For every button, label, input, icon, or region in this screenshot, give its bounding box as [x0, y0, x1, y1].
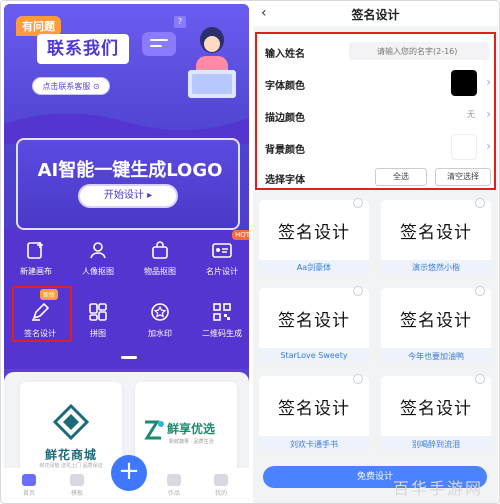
card-title: 鲜享优选 [167, 422, 216, 436]
name-input[interactable] [349, 42, 489, 60]
tool-label: 拼图 [90, 329, 106, 338]
nav-label: 我的 [214, 490, 227, 497]
tool-label: 加水印 [148, 329, 172, 338]
template-icon [70, 474, 84, 486]
tool-label: 名片设计 [206, 267, 238, 276]
tool-qrcode[interactable]: 二维码生成 [196, 302, 248, 348]
bg-color-swatch[interactable] [451, 134, 477, 160]
name-row: 输入姓名 [263, 40, 491, 64]
font-name: 刘欢卡通手书 [290, 440, 338, 449]
start-design-button[interactable]: 开始设计 ▸ [78, 184, 178, 208]
name-label: 输入姓名 [265, 49, 305, 60]
stroke-value: 无 [467, 110, 475, 119]
signature-design-panel: ‹ 签名设计 输入姓名 字体颜色 › 描边颜色 无 › 背景颜色 › [253, 4, 498, 503]
font-sample: 签名设计 [400, 311, 472, 331]
bg-color-label: 背景颜色 [265, 145, 305, 156]
tool-business-card[interactable]: 名片设计 [196, 240, 248, 286]
select-all-button[interactable]: 全选 [375, 168, 427, 186]
fresh-select-card[interactable]: 鲜享优选 新鲜蔬果 · 品质生活 [135, 382, 237, 472]
bg-color-row[interactable]: 背景颜色 › [263, 134, 491, 160]
font-color-label: 字体颜色 [265, 81, 305, 92]
hot-badge: HOT [232, 230, 249, 240]
tool-label: 物品抠图 [144, 267, 176, 276]
card-title: 鲜花商城 [44, 448, 97, 462]
nav-label: 作品 [167, 490, 180, 497]
nav-home[interactable]: 首页 [14, 474, 44, 497]
site-watermark: 百华手游网 [393, 479, 484, 498]
bag-icon [152, 241, 168, 259]
top-bar: ‹ 签名设计 [253, 4, 498, 26]
signature-settings-box: 输入姓名 字体颜色 › 描边颜色 无 › 背景颜色 › 选择字体 全选 清 [255, 32, 496, 190]
font-name: 别喝醉到流泪 [412, 440, 460, 449]
nav-label: 模板 [70, 490, 83, 497]
tool-object-cutout[interactable]: 物品抠图 [134, 240, 186, 286]
page-indicator [121, 356, 137, 359]
portrait-icon [90, 242, 106, 259]
font-sample: 签名设计 [400, 223, 472, 243]
nav-templates[interactable]: 模板 [62, 474, 92, 497]
font-name: 演示悠然小楷 [412, 263, 460, 272]
font-color-swatch[interactable] [451, 70, 477, 96]
works-icon [167, 474, 181, 486]
tool-watermark[interactable]: 加水印 [134, 302, 186, 348]
tool-new-canvas[interactable]: 新建画布 [10, 240, 62, 286]
font-sample: 签名设计 [278, 311, 350, 331]
create-plus-button[interactable]: + [111, 455, 147, 491]
card-icon [212, 243, 232, 258]
fresh-logo-icon [144, 420, 164, 440]
font-radio[interactable] [353, 286, 363, 296]
chevron-right-icon: › [486, 107, 491, 121]
select-font-row: 选择字体 全选 清空选择 [263, 166, 491, 190]
collage-icon [89, 303, 107, 321]
select-font-label: 选择字体 [265, 175, 305, 186]
nav-works[interactable]: 作品 [159, 474, 189, 497]
contact-service-button[interactable]: 点击联系客服 ⊙ [32, 77, 110, 95]
font-radio[interactable] [353, 374, 363, 384]
help-badge[interactable]: 有问题 [16, 16, 61, 36]
watermark-icon [151, 303, 169, 321]
stroke-color-row[interactable]: 描边颜色 无 › [263, 104, 491, 128]
font-name: StarLove Sweety [280, 351, 348, 360]
contact-title: 联系我们 [37, 34, 129, 64]
font-sample: 签名设计 [278, 223, 350, 243]
font-radio[interactable] [475, 198, 485, 208]
page-title: 签名设计 [351, 8, 400, 22]
tool-portrait-cutout[interactable]: 人像抠图 [72, 240, 124, 286]
home-icon [22, 474, 36, 486]
flower-mall-card[interactable]: 鲜花商城 鲜花绿植 送花上门 品质保证 [20, 382, 122, 472]
nav-mine[interactable]: 我的 [206, 474, 236, 497]
support-agent-illustration [188, 27, 236, 98]
stroke-color-label: 描边颜色 [265, 113, 305, 124]
font-radio[interactable] [475, 286, 485, 296]
ai-banner-title: AI智能一键生成LOGO [37, 160, 223, 181]
flower-logo-icon [53, 404, 89, 440]
chevron-right-icon: › [486, 75, 491, 89]
chat-bubble-icon [142, 32, 176, 56]
user-icon [214, 474, 228, 486]
home-panel: 有问题 联系我们 点击联系客服 ⊙ ? AI智能一键生成LOGO 开始设计 ▸ … [4, 4, 249, 503]
tool-label: 二维码生成 [202, 329, 242, 338]
card-subtitle: 新鲜蔬果 · 品质生活 [169, 439, 214, 445]
clear-selection-button[interactable]: 清空选择 [435, 168, 491, 186]
tool-collage[interactable]: 拼图 [72, 302, 124, 348]
font-radio[interactable] [353, 198, 363, 208]
font-radio[interactable] [475, 374, 485, 384]
nav-label: 首页 [22, 490, 35, 497]
tool-label: 人像抠图 [82, 267, 114, 276]
font-sample: 签名设计 [278, 399, 350, 419]
font-sample: 签名设计 [400, 399, 472, 419]
font-name: Aa剑豪体 [296, 263, 332, 272]
contact-service-label: 点击联系客服 [42, 82, 91, 91]
chevron-right-icon: › [486, 139, 491, 153]
new-badge: 新版 [40, 289, 59, 300]
tool-label: 新建画布 [20, 267, 52, 276]
font-color-row[interactable]: 字体颜色 › [263, 70, 491, 96]
canvas-add-icon [27, 242, 43, 259]
font-name: 今年也要加油鸭 [408, 352, 464, 361]
qrcode-icon [213, 303, 231, 321]
screenshot-frame: 有问题 联系我们 点击联系客服 ⊙ ? AI智能一键生成LOGO 开始设计 ▸ … [0, 0, 500, 504]
